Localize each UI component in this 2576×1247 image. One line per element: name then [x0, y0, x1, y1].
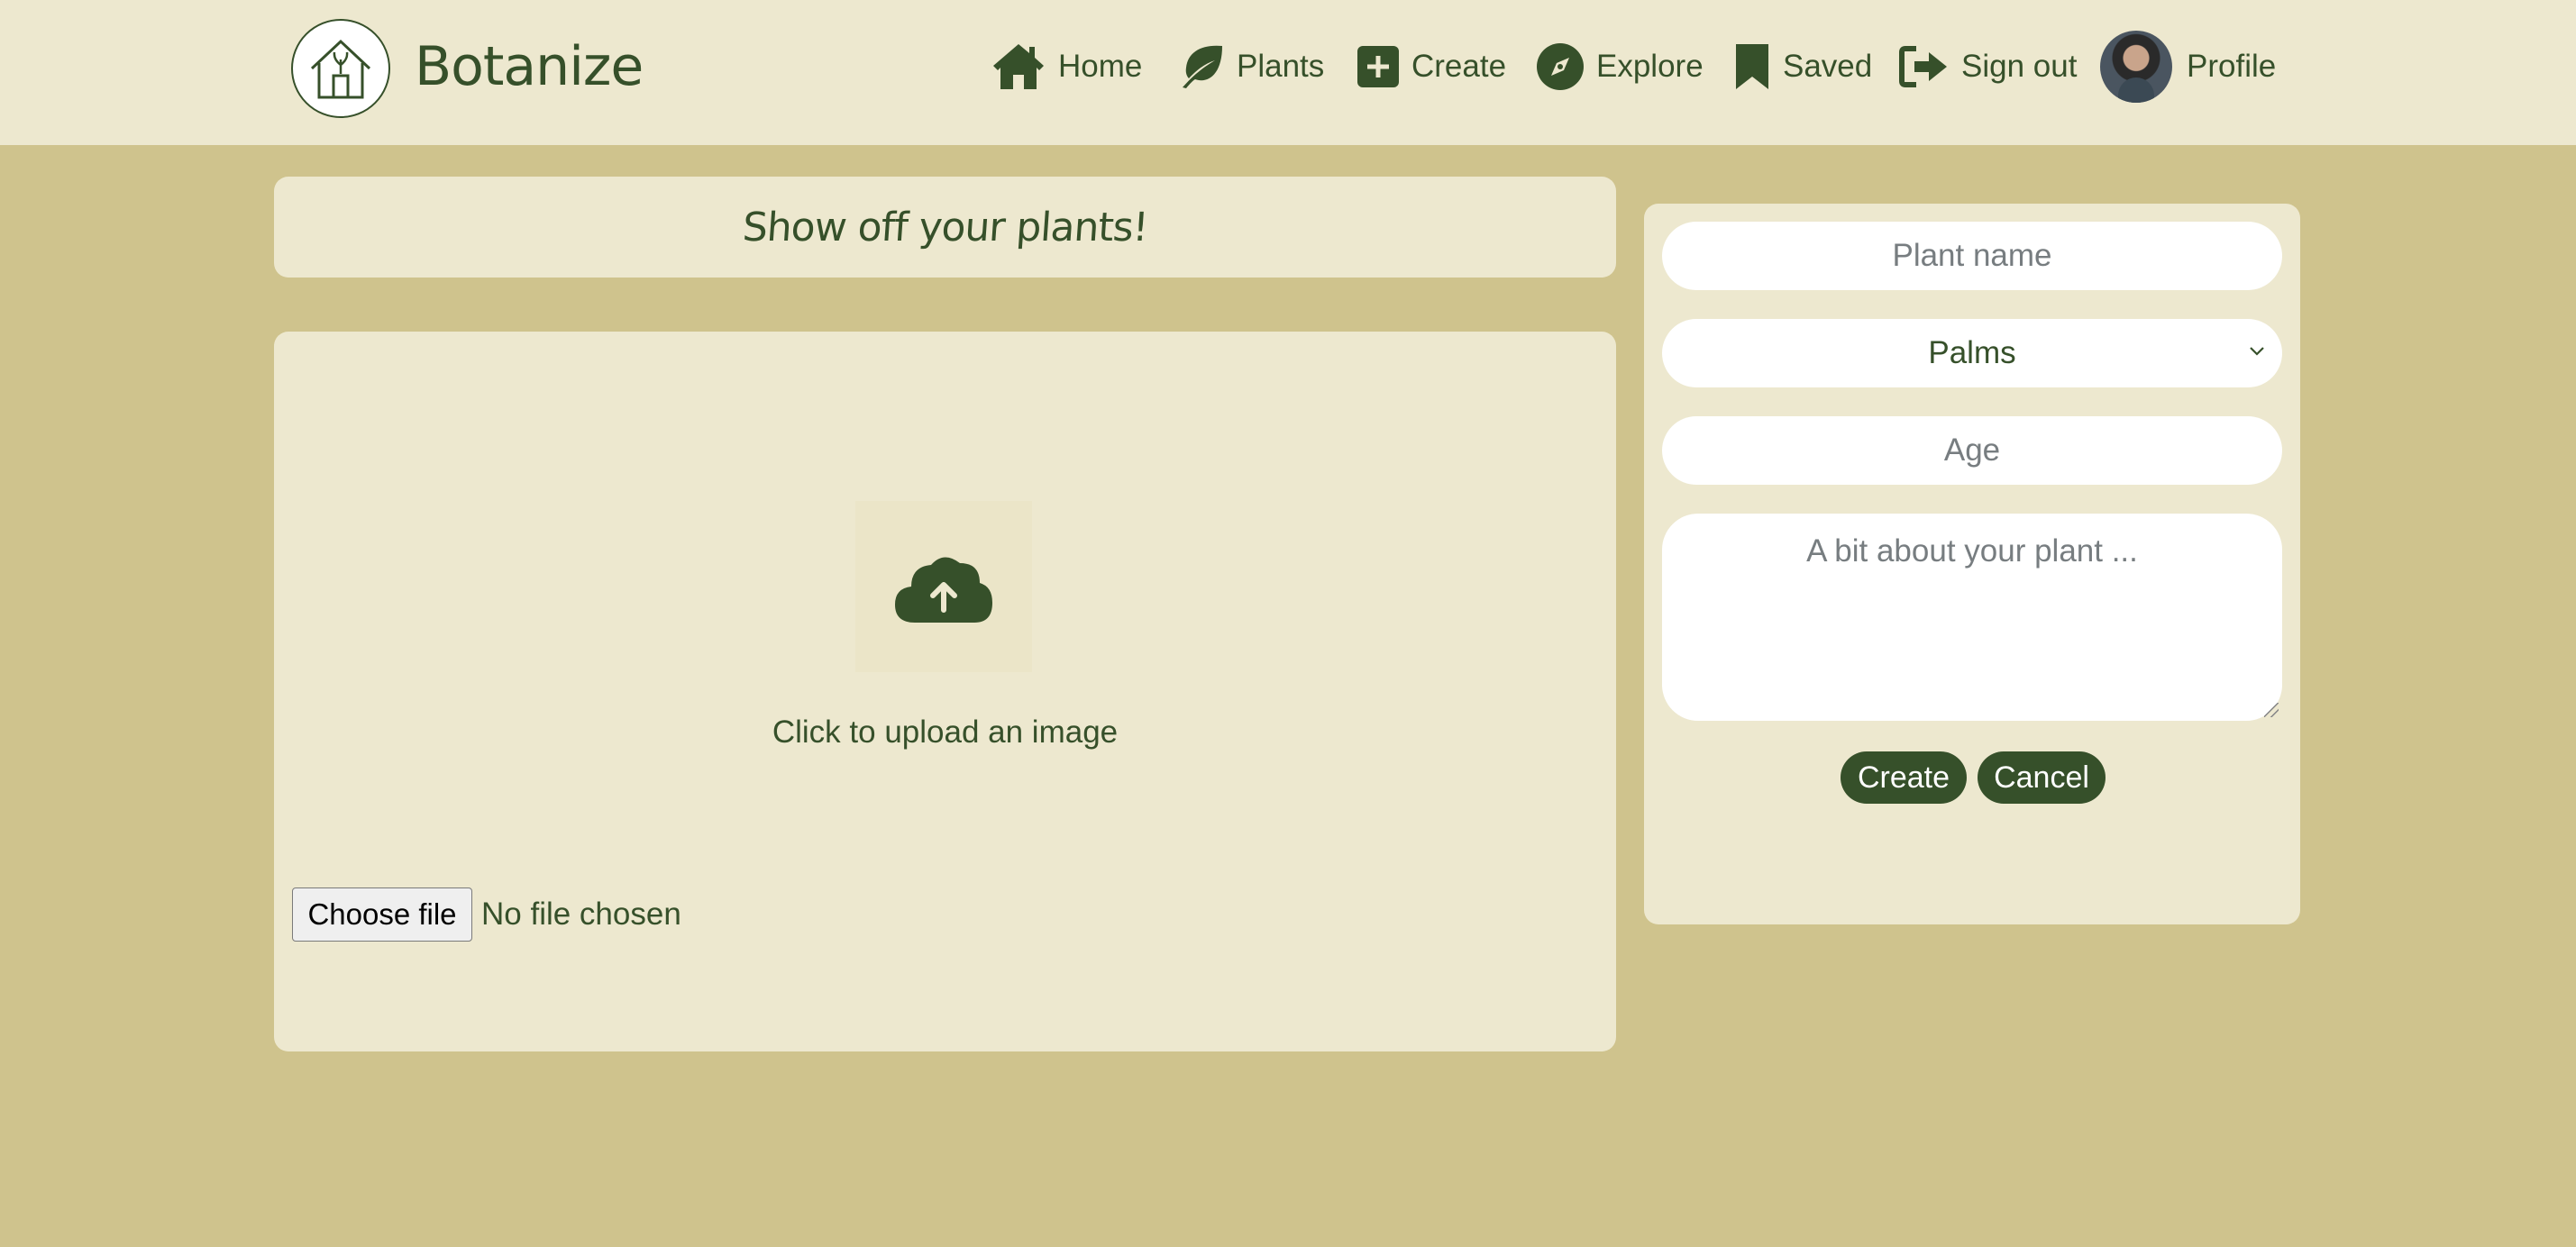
page-title: Show off your plants! — [741, 204, 1149, 250]
nav-plants[interactable]: Plants — [1175, 31, 1324, 103]
cloud-upload-icon — [895, 557, 992, 623]
plant-type-select[interactable]: Palms — [1662, 319, 2282, 387]
plant-name-input[interactable]: Plant name — [1662, 222, 2282, 290]
nav-saved-label: Saved — [1783, 49, 1873, 84]
upload-instruction: Click to upload an image — [772, 715, 1119, 750]
create-button[interactable]: Create — [1841, 751, 1967, 804]
nav-saved[interactable]: Saved — [1734, 31, 1872, 103]
nav-plants-label: Plants — [1237, 49, 1325, 84]
nav-explore[interactable]: Explore — [1537, 31, 1704, 103]
nav-sign-out-label: Sign out — [1961, 49, 2078, 84]
nav-sign-out[interactable]: Sign out — [1898, 31, 2077, 103]
choose-file-button[interactable]: Choose file — [292, 887, 472, 942]
logo[interactable] — [291, 19, 390, 118]
nav-explore-label: Explore — [1596, 49, 1704, 84]
plant-type-value: Palms — [1928, 335, 2016, 370]
image-upload-card: Click to upload an image Choose file No … — [274, 332, 1616, 1051]
top-navbar: Botanize Home Plants Create Explore Save… — [0, 0, 2576, 145]
description-textarea[interactable]: A bit about your plant ... — [1662, 514, 2282, 721]
file-status: No file chosen — [481, 897, 681, 932]
nav-profile[interactable]: Profile — [2100, 31, 2276, 103]
nav-create[interactable]: Create — [1357, 31, 1506, 103]
leaf-icon — [1183, 45, 1222, 88]
compass-icon — [1537, 43, 1584, 90]
file-input: Choose file No file chosen — [292, 887, 681, 942]
avatar — [2100, 31, 2172, 103]
plant-form-card: Plant name Palms Age A bit about your pl… — [1644, 204, 2300, 924]
cancel-button[interactable]: Cancel — [1978, 751, 2106, 804]
chevron-down-icon — [2250, 347, 2264, 356]
plus-square-icon — [1357, 46, 1399, 87]
page-title-card: Show off your plants! — [274, 177, 1616, 278]
sign-out-icon — [1899, 46, 1947, 87]
resize-handle[interactable] — [2264, 703, 2279, 717]
nav-create-label: Create — [1411, 49, 1507, 84]
upload-dropzone[interactable] — [855, 501, 1032, 672]
nav-home-label: Home — [1058, 49, 1143, 84]
house-plant-icon — [310, 39, 371, 99]
description-placeholder: A bit about your plant ... — [1806, 533, 2138, 569]
bookmark-icon — [1736, 44, 1768, 89]
nav-profile-label: Profile — [2187, 49, 2277, 84]
nav-home[interactable]: Home — [991, 31, 1142, 103]
home-icon — [993, 44, 1044, 89]
brand-name[interactable]: Botanize — [415, 32, 644, 101]
age-input[interactable]: Age — [1662, 416, 2282, 485]
